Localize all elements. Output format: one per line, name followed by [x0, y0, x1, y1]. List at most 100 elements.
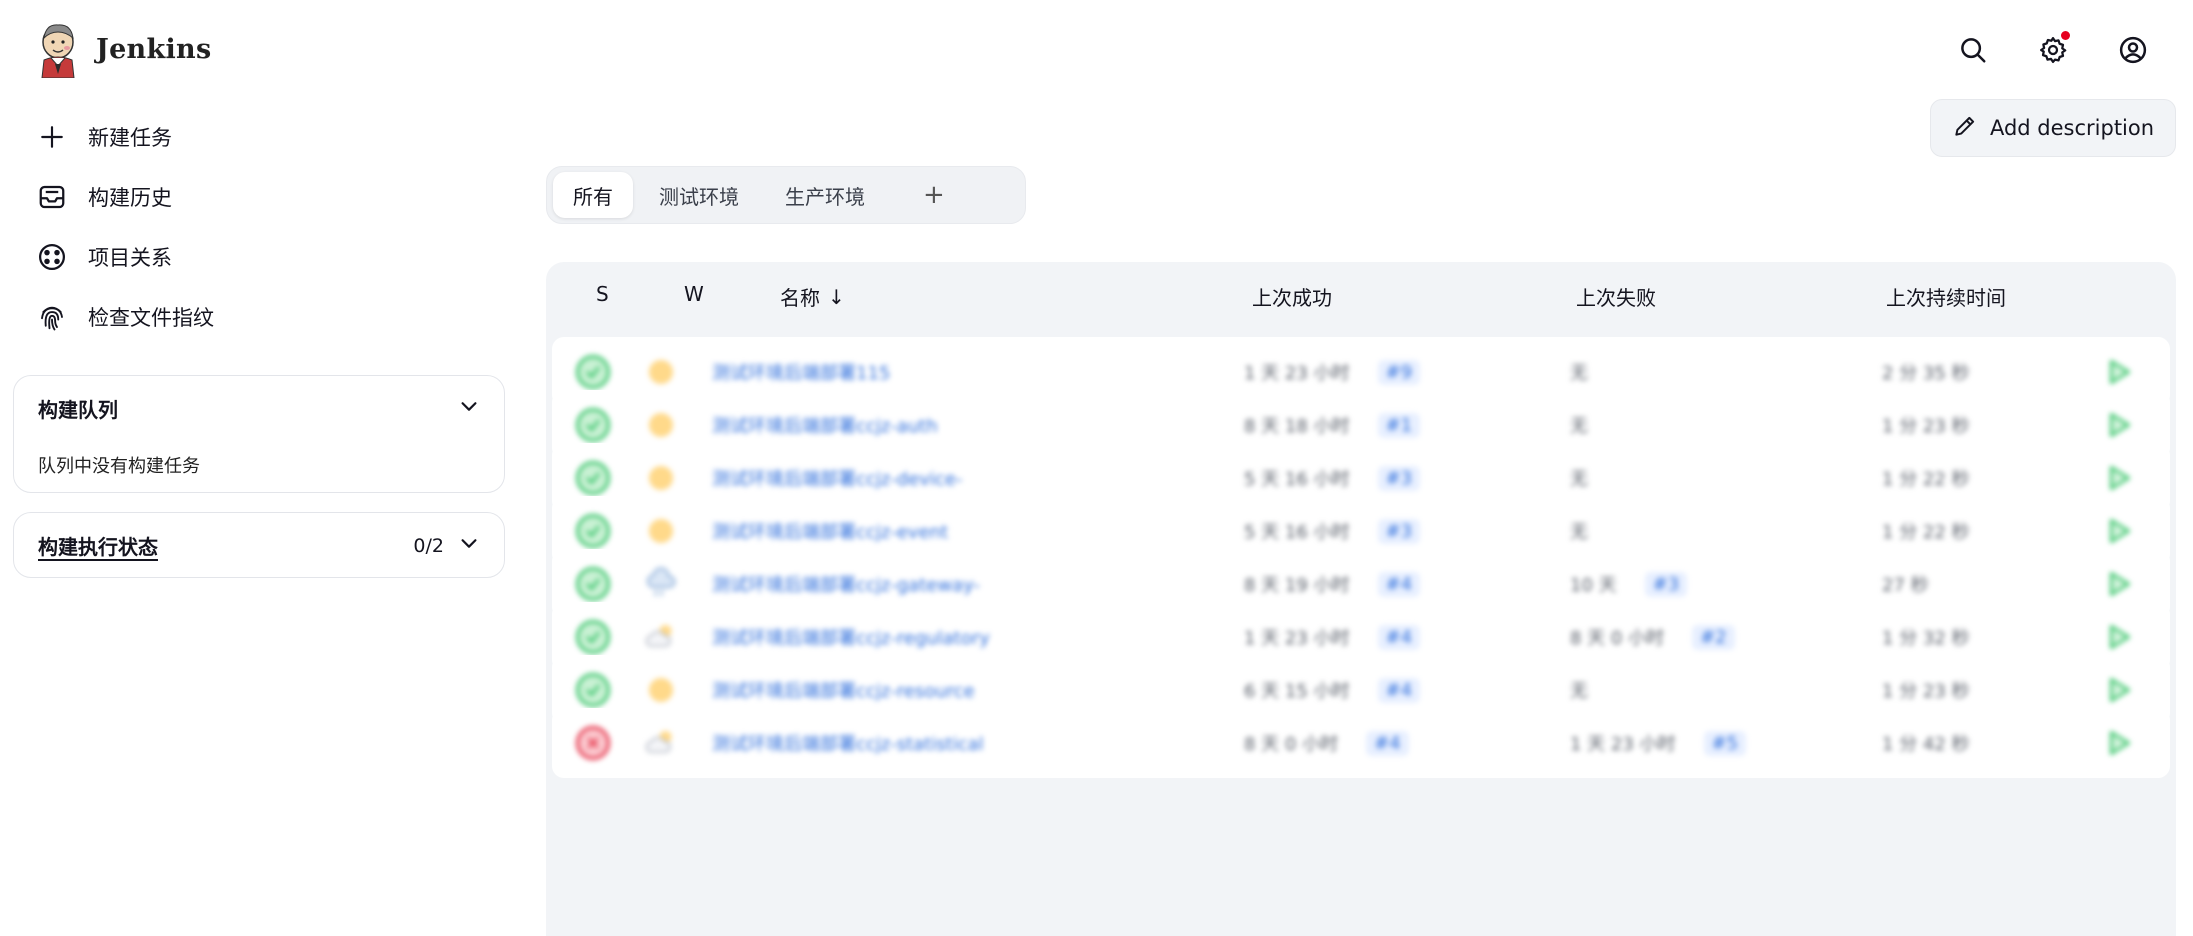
search-icon[interactable] [1953, 30, 1993, 70]
sidebar-item-label: 项目关系 [88, 246, 172, 270]
top-bar: Jenkins [0, 0, 2193, 100]
tab-all[interactable]: 所有 [553, 172, 633, 218]
sidebar-tasks: 新建任务 构建历史 项目关系 检查文件指纹 [36, 107, 496, 347]
executor-status-panel: 构建执行状态 0/2 [13, 512, 505, 578]
job-name: 测试环境后端部署ccjz-statistical [712, 734, 984, 755]
build-queue-panel: 构建队列 队列中没有构建任务 [13, 375, 505, 493]
failure-build-link[interactable]: #2 [1692, 624, 1735, 650]
last-duration: 1 分 32 秒 [1882, 628, 1970, 649]
job-name: 测试环境后端部署ccjz-regulatory [712, 628, 990, 649]
job-name: 测试环境后端部署ccjz-auth [712, 416, 938, 437]
column-status[interactable]: S [596, 282, 609, 306]
column-last-failure[interactable]: 上次失败 [1576, 282, 1656, 311]
sidebar-item-label: 新建任务 [88, 126, 172, 150]
last-duration: 27 秒 [1882, 575, 1929, 596]
last-failure-time: 无 [1570, 681, 1588, 702]
last-duration: 1 分 42 秒 [1882, 734, 1970, 755]
sidebar-item-fingerprint[interactable]: 检查文件指纹 [36, 287, 496, 347]
last-success-time: 8 天 0 小时 [1244, 734, 1339, 755]
last-duration-cell: 1 分 42 秒 [1882, 708, 1970, 778]
sidebar-item-label: 构建历史 [88, 186, 172, 210]
last-failure-time: 1 天 23 小时 [1570, 734, 1676, 755]
table-header: S W 名称 ↓ 上次成功 上次失败 上次持续时间 [546, 262, 2176, 330]
add-description-label: Add description [1989, 116, 2155, 140]
job-name: 测试环境后端部署ccjz-device- [712, 469, 963, 490]
sidebar-item-project-relationship[interactable]: 项目关系 [36, 227, 496, 287]
tab-prod-env[interactable]: 生产环境 [765, 172, 885, 218]
build-queue-title: 构建队列 [38, 398, 118, 422]
relationship-icon [36, 241, 68, 273]
column-last-success[interactable]: 上次成功 [1252, 282, 1332, 311]
user-icon[interactable] [2113, 30, 2153, 70]
executor-count: 0/2 [413, 534, 444, 557]
job-name: 测试环境后端部署115 [712, 363, 891, 384]
build-queue-empty: 队列中没有构建任务 [38, 456, 200, 477]
success-build-link[interactable]: #4 [1377, 677, 1421, 703]
fingerprint-icon [36, 301, 68, 333]
success-build-link[interactable]: #4 [1377, 624, 1421, 650]
status-icon[interactable] [576, 708, 610, 778]
job-name: 测试环境后端部署ccjz-event [712, 522, 949, 543]
job-name: 测试环境后端部署ccjz-gateway- [712, 575, 980, 596]
add-description-button[interactable]: Add description [1930, 99, 2176, 157]
table-row: 测试环境后端部署ccjz-statistical 8 天 0 小时 #4 1 天 23… [552, 708, 2170, 778]
add-view-button[interactable]: + [905, 172, 963, 218]
executor-status-right: 0/2 [413, 532, 480, 559]
success-build-link[interactable]: #4 [1377, 571, 1421, 597]
gear-icon[interactable] [2033, 30, 2073, 70]
failure-build-link[interactable]: #3 [1644, 571, 1688, 597]
last-duration: 1 分 23 秒 [1882, 681, 1970, 702]
app-name: Jenkins [96, 33, 212, 65]
column-weather[interactable]: W [684, 282, 704, 306]
jobs-table: S W 名称 ↓ 上次成功 上次失败 上次持续时间 测试环境后端部署115 1 天… [546, 262, 2176, 936]
success-build-link[interactable]: #4 [1366, 730, 1409, 756]
success-build-link[interactable]: #3 [1377, 518, 1421, 544]
pencil-icon [1952, 113, 1978, 144]
executor-status-header: 构建执行状态 0/2 [38, 531, 480, 560]
last-failure-cell: 1 天 23 小时 #5 [1570, 708, 1747, 778]
plus-icon [36, 121, 68, 153]
column-name[interactable]: 名称 ↓ [780, 282, 845, 311]
sort-arrow-icon: ↓ [828, 284, 845, 309]
chevron-down-icon[interactable] [458, 532, 480, 559]
success-build-link[interactable]: #1 [1377, 412, 1421, 438]
executor-status-link[interactable]: 构建执行状态 [38, 531, 158, 560]
success-build-link[interactable]: #3 [1377, 465, 1421, 491]
last-success-time: 8 天 18 小时 [1244, 416, 1350, 437]
column-last-duration[interactable]: 上次持续时间 [1886, 282, 2006, 311]
view-tabs: 所有 测试环境 生产环境 + [546, 166, 1026, 224]
play-icon[interactable] [2102, 708, 2134, 778]
brand[interactable]: Jenkins [36, 20, 211, 78]
column-name-label: 名称 [780, 286, 820, 310]
last-failure-time: 无 [1570, 363, 1588, 384]
last-duration: 1 分 22 秒 [1882, 469, 1970, 490]
last-duration: 1 分 23 秒 [1882, 416, 1970, 437]
last-success-time: 6 天 15 小时 [1244, 681, 1350, 702]
sidebar-item-build-history[interactable]: 构建历史 [36, 167, 496, 227]
last-success-cell: 8 天 0 小时 #4 [1244, 708, 1409, 778]
job-name-link[interactable]: 测试环境后端部署ccjz-statistical [712, 708, 984, 778]
cloud-sun-icon[interactable] [640, 708, 682, 778]
tab-test-env[interactable]: 测试环境 [639, 172, 759, 218]
notification-badge [2061, 31, 2070, 40]
last-failure-time: 无 [1570, 522, 1588, 543]
last-duration: 1 分 22 秒 [1882, 522, 1970, 543]
inbox-icon [36, 181, 68, 213]
last-failure-time: 无 [1570, 469, 1588, 490]
success-build-link[interactable]: #9 [1377, 359, 1421, 385]
sidebar-item-label: 检查文件指纹 [88, 306, 214, 330]
last-success-time: 8 天 19 小时 [1244, 575, 1350, 596]
last-success-time: 5 天 16 小时 [1244, 469, 1350, 490]
last-failure-time: 10 天 [1570, 575, 1617, 596]
last-success-time: 5 天 16 小时 [1244, 522, 1350, 543]
job-name: 测试环境后端部署ccjz-resource [712, 681, 975, 702]
last-success-time: 1 天 23 小时 [1244, 363, 1350, 384]
last-failure-time: 无 [1570, 416, 1588, 437]
jenkins-logo [41, 24, 75, 78]
sidebar-item-new-job[interactable]: 新建任务 [36, 107, 496, 167]
failure-build-link[interactable]: #5 [1703, 730, 1747, 756]
build-queue-header[interactable]: 构建队列 [38, 394, 480, 423]
last-failure-time: 8 天 0 小时 [1570, 628, 1665, 649]
last-success-time: 1 天 23 小时 [1244, 628, 1350, 649]
chevron-down-icon[interactable] [458, 395, 480, 422]
